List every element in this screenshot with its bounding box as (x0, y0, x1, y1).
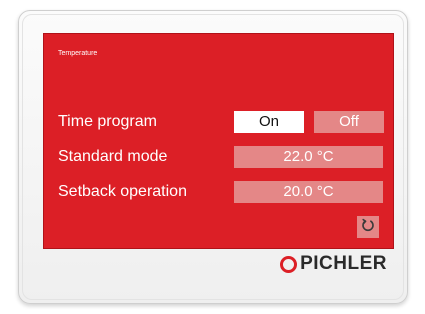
screen-title: Temperature (58, 50, 98, 57)
thermostat-device: Temperature Time program On Off Standard… (18, 10, 408, 304)
brand-logo: PICHLER (280, 253, 387, 275)
ring-icon (280, 255, 298, 273)
control-screen: Temperature Time program On Off Standard… (43, 33, 394, 249)
standard-mode-label: Standard mode (58, 148, 168, 165)
setback-operation-value-button[interactable]: 20.0 °C (234, 181, 383, 203)
standard-mode-value-button[interactable]: 22.0 °C (234, 146, 383, 168)
setback-operation-label: Setback operation (58, 183, 187, 200)
time-program-off-button[interactable]: Off (314, 111, 384, 133)
time-program-on-button[interactable]: On (234, 111, 304, 133)
reset-icon (361, 218, 375, 237)
reset-button[interactable] (357, 216, 379, 238)
brand-name: PICHLER (300, 253, 387, 274)
time-program-label: Time program (58, 113, 157, 130)
